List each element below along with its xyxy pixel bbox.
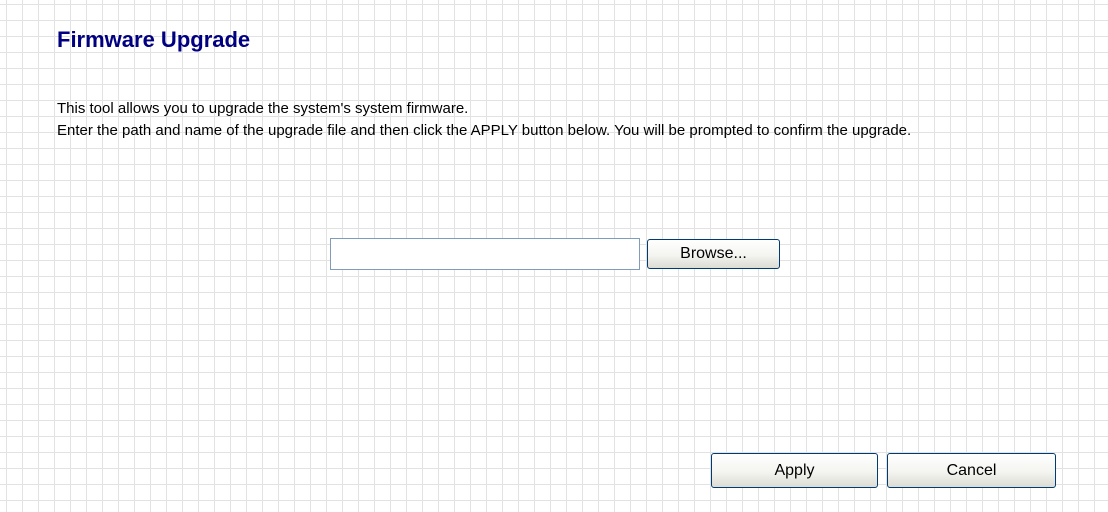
firmware-file-path-input[interactable] xyxy=(330,238,640,270)
cancel-button[interactable]: Cancel xyxy=(887,453,1056,488)
description-line-2: Enter the path and name of the upgrade f… xyxy=(57,122,912,139)
description: This tool allows you to upgrade the syst… xyxy=(57,98,1037,142)
browse-button[interactable]: Browse... xyxy=(647,239,780,269)
description-line-1: This tool allows you to upgrade the syst… xyxy=(57,100,469,117)
page-title: Firmware Upgrade xyxy=(57,27,251,52)
apply-button[interactable]: Apply xyxy=(711,453,878,488)
